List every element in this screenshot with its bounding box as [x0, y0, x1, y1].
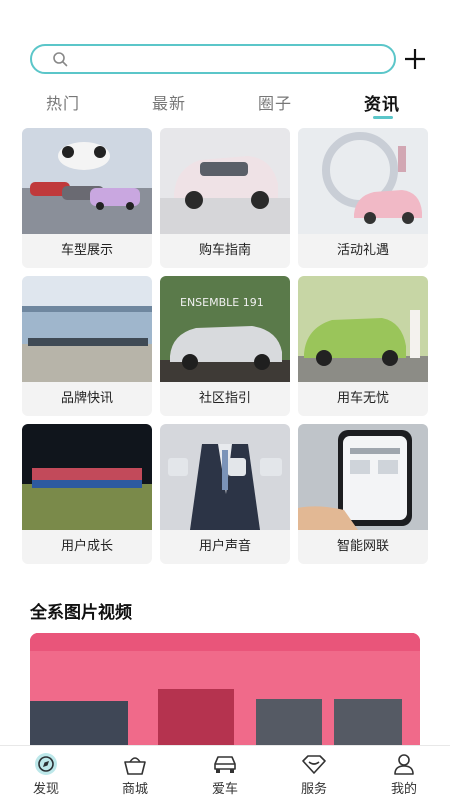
nav-profile[interactable]: 我的	[374, 752, 434, 800]
tab-circle[interactable]: 圈子	[258, 90, 292, 114]
event-perks-image	[298, 128, 428, 234]
nav-my-car[interactable]: 爱车	[195, 752, 255, 800]
section-title: 全系图片视频	[30, 603, 132, 623]
grid-item-label: 活动礼遇	[336, 243, 389, 258]
user-voice-image	[160, 424, 290, 530]
grid-item-worry-free[interactable]: 用车无忧	[298, 276, 428, 416]
search-input[interactable]	[30, 44, 396, 74]
grid-item-community-guide[interactable]: ENSEMBLE 191 社区指引	[160, 276, 290, 416]
grid-item-brand-news[interactable]: 品牌快讯	[22, 276, 152, 416]
grid-item-label: 社区指引	[198, 391, 251, 406]
user-growth-image	[22, 424, 152, 530]
grid-item-models[interactable]: 车型展示	[22, 128, 152, 268]
brand-news-image	[22, 276, 152, 382]
nav-label: 我的	[390, 782, 417, 797]
grid-item-events[interactable]: 活动礼遇	[298, 128, 428, 268]
grid-item-label: 车型展示	[60, 243, 113, 258]
shop-basket-icon	[124, 757, 146, 775]
grid-item-label: 品牌快讯	[60, 391, 113, 406]
grid-item-label: 用户成长	[60, 539, 113, 554]
worry-free-image	[298, 276, 428, 382]
search-icon	[53, 52, 68, 67]
tab-hot[interactable]: 热门	[46, 90, 80, 114]
grid-item-label: 购车指南	[198, 243, 251, 258]
bottom-navigation: 发现 商城 爱车 服务 我的	[0, 745, 450, 800]
grid-item-user-voice[interactable]: 用户声音	[160, 424, 290, 564]
grid-item-smart-connect[interactable]: 智能网联	[298, 424, 428, 564]
nav-shop[interactable]: 商城	[105, 752, 165, 800]
discover-icon	[35, 753, 57, 775]
grid-item-label: 智能网联	[336, 539, 389, 554]
search-header	[0, 0, 450, 80]
active-tab-indicator	[373, 116, 393, 119]
service-icon	[302, 755, 326, 774]
nav-label: 爱车	[211, 782, 238, 797]
grid-item-user-growth[interactable]: 用户成长	[22, 424, 152, 564]
storefront-sign-text: ENSEMBLE 191	[180, 296, 264, 309]
tab-latest[interactable]: 最新	[152, 90, 186, 114]
community-guide-image: ENSEMBLE 191	[160, 276, 290, 382]
nav-label: 服务	[300, 782, 327, 797]
car-icon	[214, 756, 236, 773]
grid-item-label: 用户声音	[198, 539, 251, 554]
gallery-video-banner[interactable]	[30, 633, 420, 745]
grid-item-label: 用车无忧	[336, 391, 389, 406]
nav-label: 商城	[121, 782, 148, 797]
grid-item-buy-guide[interactable]: 购车指南	[160, 128, 290, 268]
gallery-banner-image	[30, 633, 420, 745]
model-showcase-image	[22, 128, 152, 234]
buying-guide-image	[160, 128, 290, 234]
nav-label: 发现	[32, 782, 59, 797]
profile-icon	[394, 754, 414, 775]
tab-news[interactable]: 资讯	[364, 90, 400, 115]
smart-connect-image	[298, 424, 428, 530]
nav-service[interactable]: 服务	[284, 752, 344, 800]
add-icon[interactable]	[402, 44, 428, 74]
category-tabs: 热门 最新 圈子 资讯	[0, 84, 450, 124]
nav-discover[interactable]: 发现	[16, 752, 76, 800]
